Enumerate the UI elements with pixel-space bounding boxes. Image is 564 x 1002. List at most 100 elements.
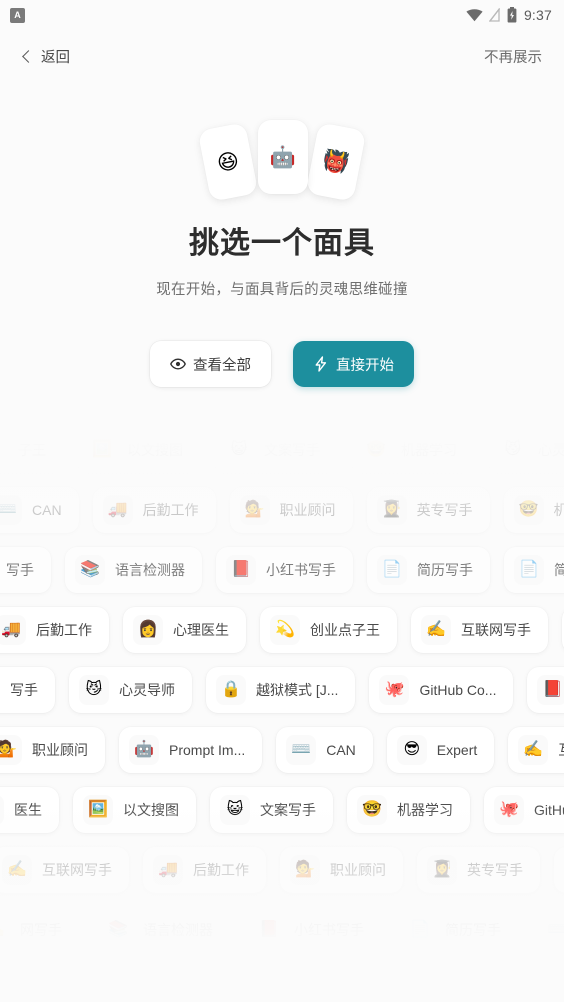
mask-chip[interactable]: 📄 简历写手 [367, 547, 490, 593]
mask-avatar-icon: 😎 [396, 735, 427, 765]
mask-avatar-icon: 👩 [0, 795, 4, 825]
mask-chip[interactable]: 👩‍🎓 英专写手 [366, 487, 490, 533]
mask-card-center: 🤖 [258, 120, 308, 194]
mask-chip[interactable]: 💫 创业点子王 [260, 607, 397, 653]
mask-chip[interactable]: 🚚 后勤工作 [143, 847, 266, 893]
mask-chip-label: 医生 [14, 802, 42, 818]
mask-chip[interactable]: ⌨️CAN [0, 487, 79, 533]
mask-chip[interactable]: 🤓 机器学习 [347, 787, 470, 833]
mask-avatar-icon: ✍️ [0, 915, 10, 945]
mask-row[interactable]: 🚚后勤工作👩心理医生💫创业点子王✍️互联网写手🤖P [0, 607, 564, 653]
mask-chip[interactable]: 🚚 后勤工作 [0, 967, 107, 1002]
mask-row[interactable]: 🚚 后勤工作 👩 心理医生 💫 创业点子王 ✍️ 互联网写手 [0, 967, 546, 1002]
mask-chip[interactable]: 💡 子王 [0, 427, 63, 473]
mask-chip[interactable]: 👩 心理医生 [123, 607, 246, 653]
mask-chip[interactable]: 💁 职业顾问 [229, 487, 353, 533]
mask-avatar-icon: 📄 [405, 915, 435, 945]
mask-chip[interactable]: 🚚 后勤工作 [92, 487, 216, 533]
mask-chip[interactable]: 🔒 越狱模式 [J... [206, 667, 356, 713]
mask-chip-label: 心理医生 [173, 622, 229, 638]
mask-chip[interactable]: ✍️ 互联网写 [508, 727, 564, 773]
app-badge-icon: A [10, 7, 25, 23]
mask-chip[interactable]: ✍️ 互联网写手 [0, 847, 129, 893]
mask-chip[interactable]: 📕小红 [527, 667, 564, 713]
dont-show-again-button[interactable]: 不再展示 [484, 46, 542, 67]
mask-avatar-icon: ✍️ [421, 615, 451, 645]
mask-chip[interactable]: 📄 简历写手 [395, 907, 518, 953]
mask-chip-label: 机器学习 [401, 442, 457, 458]
eye-icon [170, 356, 186, 372]
mask-row[interactable]: 👩 医生 🖼️ 以文搜图 😺 文案写手 🤓 机器学习 🐙 GitHub Co... [0, 787, 564, 833]
battery-charging-icon [507, 7, 517, 23]
mask-chip[interactable]: 📕 小红书写手 [216, 547, 353, 593]
mask-chip-label: 子王 [18, 442, 46, 458]
mask-chip[interactable]: ⌨️CAN [532, 907, 564, 953]
mask-chip[interactable]: 😎Exp [554, 847, 564, 893]
mask-avatar-icon: 🚚 [0, 615, 26, 645]
mask-chip[interactable]: ✍️ 网写手 [0, 907, 79, 953]
mask-chip[interactable]: 👩 心理医生 [121, 967, 244, 1002]
mask-row[interactable]: ✍️写手 😼 心灵导师 🔒 越狱模式 [J... 🐙 GitHub Co... 📕小红 [0, 667, 564, 713]
mask-chip[interactable]: 💫 创业点子王 [258, 967, 395, 1002]
mask-chip[interactable]: 🤓 机器学习 [351, 427, 474, 473]
mask-chip[interactable]: 📄 简历写手 [504, 547, 564, 593]
mask-chip-label: 写手 [6, 562, 34, 578]
mask-chip[interactable]: 👩‍🎓 英专写手 [417, 847, 540, 893]
mask-chip-label: GitHub Co... [419, 682, 497, 698]
mask-chip[interactable]: 😺 文案写手 [214, 427, 337, 473]
mask-chip[interactable]: 🐙 GitHub Co... [369, 667, 514, 713]
mask-chip[interactable]: 📚 语言检测器 [93, 907, 230, 953]
back-button[interactable]: 返回 [22, 46, 70, 67]
mask-chip[interactable]: 😺 文案写手 [210, 787, 333, 833]
mask-chip-label: 互联网写 [558, 740, 564, 760]
mask-chip[interactable]: 🐙 GitHub Co... [484, 787, 564, 833]
mask-chip-label: CAN [326, 742, 356, 758]
mask-card-left: 😆 [197, 122, 259, 202]
mask-chip-label: 机器学习 [397, 802, 453, 818]
mask-chip[interactable]: 📕 小红书写手 [244, 907, 381, 953]
mask-row[interactable]: ⌨️CAN🚚后勤工作💁职业顾问👩‍🎓英专写手🤓机器学习😼心灵导师 [0, 487, 564, 533]
status-bar: A 9:37 [0, 0, 564, 30]
mask-chip[interactable]: ⌨️CAN [276, 727, 373, 773]
mask-chip-label: Prompt Im... [169, 742, 246, 758]
mask-avatar-icon: 🖼️ [83, 795, 113, 825]
mask-chip[interactable]: 🤖 Prompt Im... [119, 727, 263, 773]
mask-chip[interactable]: 😼 心灵导师 [488, 427, 564, 473]
mask-chip-label: 职业顾问 [279, 502, 336, 518]
mask-chip[interactable]: 🚚 后勤工作 [0, 607, 109, 653]
mask-row[interactable]: 💁 职业顾问 🤖 Prompt Im... ⌨️ CAN 😎 Expert ✍️ 互联网写 [0, 727, 564, 773]
mask-chip[interactable]: 🖼️ 以文搜图 [77, 427, 200, 473]
mask-row[interactable]: ✍️写手📚语言检测器📕小红书写手📄简历写手📄简历写手⌨️CAN [0, 547, 564, 593]
mask-avatar-icon: 🤓 [513, 495, 544, 525]
mask-avatar-icon: ⌨️ [542, 915, 564, 945]
mask-row[interactable]: 💡子王🖼️以文搜图😺文案写手🤓机器学习😼心灵导师⌨️CAN [0, 427, 564, 473]
mask-chip[interactable]: 🤓 机器学习 [503, 487, 564, 533]
mask-chip[interactable]: 💁 职业顾问 [280, 847, 403, 893]
mask-chip[interactable]: ✍️ 互联网写手 [411, 607, 548, 653]
mask-chip-label: 以文搜图 [123, 802, 179, 818]
mask-chip[interactable]: 😼 心灵导师 [69, 667, 192, 713]
hero-actions: 查看全部 直接开始 [0, 341, 564, 387]
mask-avatar-icon: 📕 [537, 675, 564, 705]
mask-chip[interactable]: ✍️写手 [0, 547, 51, 593]
mask-row[interactable]: ✍️ 互联网写手 🚚 后勤工作 💁 职业顾问 👩‍🎓 英专写手 😎Exp [0, 847, 564, 893]
mask-chip-label: 小红书写手 [266, 562, 336, 578]
mask-chip[interactable]: 🖼️ 以文搜图 [73, 787, 196, 833]
view-all-button[interactable]: 查看全部 [150, 341, 271, 387]
mask-avatar-icon: 👩 [133, 615, 163, 645]
mask-marquee[interactable]: 💡 子王 🖼️ 以文搜图 😺 文案写手 🤓 机器学习 😼 心灵导师 ⌨️ CAN ⌨️ CAN 🚚 后勤工作 💁… [0, 425, 564, 1002]
mask-chip[interactable]: 📚 语言检测器 [65, 547, 202, 593]
mask-avatar-icon: ⌨️ [0, 495, 22, 525]
mask-avatar-icon: ✍️ [2, 855, 32, 885]
mask-chip[interactable]: 💁 职业顾问 [0, 727, 105, 773]
mask-avatar-icon: 🔒 [216, 675, 246, 705]
mask-chip[interactable]: ✍️写手 [0, 667, 55, 713]
mask-row[interactable]: ✍️ 网写手 📚 语言检测器 📕 小红书写手 📄 简历写手 ⌨️CAN [0, 907, 564, 953]
mask-chip[interactable]: ✍️ 互联网写手 [409, 967, 546, 1002]
mask-chip[interactable]: 😎 Expert [386, 727, 495, 773]
start-now-button[interactable]: 直接开始 [293, 341, 414, 387]
mask-chip-label: 越狱模式 [J... [256, 682, 339, 698]
mask-chip-label: 语言检测器 [143, 922, 213, 938]
mask-chip[interactable]: 👩 医生 [0, 787, 59, 833]
lightning-icon [313, 356, 329, 372]
